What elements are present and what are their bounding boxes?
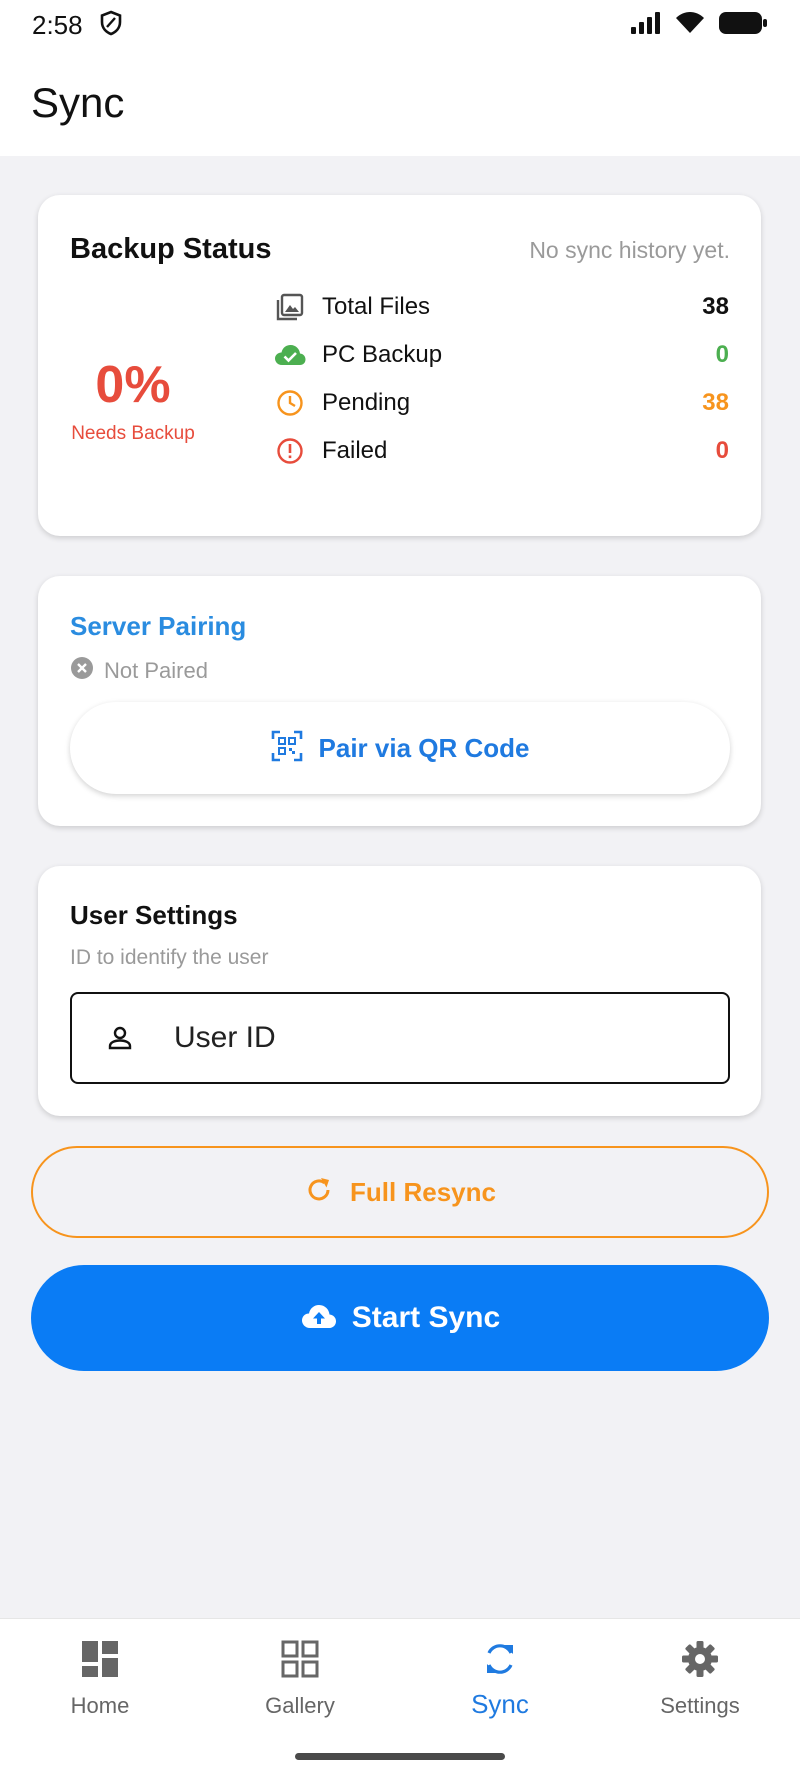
- stat-value-failed: 0: [715, 437, 729, 464]
- stat-row-pending: Pending 38: [272, 383, 729, 423]
- grid-icon: [278, 1637, 322, 1681]
- gear-icon: [678, 1637, 722, 1681]
- stat-label: Total Files: [322, 293, 431, 320]
- dashboard-icon: [78, 1637, 122, 1681]
- page-title: Sync: [31, 79, 125, 126]
- status-icons: [630, 11, 768, 40]
- clock-icon: [272, 385, 308, 421]
- server-pairing-card: Server Pairing Not Paired Pair via QR Co…: [38, 576, 761, 826]
- cancel-circle-icon: [70, 656, 94, 685]
- stat-value-pc-backup: 0: [715, 341, 729, 368]
- backup-status-title: Backup Status: [70, 233, 272, 265]
- server-pairing-title: Server Pairing: [70, 611, 247, 641]
- backup-percent-value: 0%: [95, 356, 171, 414]
- status-bar: 2:58: [0, 0, 800, 50]
- start-sync-label: Start Sync: [351, 1301, 501, 1334]
- pair-qr-button-label: Pair via QR Code: [318, 732, 530, 763]
- battery-icon: [718, 11, 768, 40]
- signal-icon: [630, 11, 662, 40]
- start-sync-button[interactable]: Start Sync: [31, 1265, 769, 1371]
- stat-label: Failed: [322, 437, 388, 464]
- user-settings-card: User Settings ID to identify the user: [38, 866, 761, 1116]
- nav-item-gallery[interactable]: Gallery: [200, 1637, 400, 1747]
- backup-status-card: Backup Status No sync history yet. 0% Ne…: [38, 195, 761, 536]
- refresh-icon: [304, 1175, 334, 1210]
- cloud-upload-icon: [300, 1302, 338, 1335]
- pairing-status: Not Paired: [70, 656, 208, 685]
- stat-row-failed: Failed 0: [272, 431, 729, 471]
- pair-qr-button[interactable]: Pair via QR Code: [70, 702, 730, 794]
- stat-value-total-files: 38: [702, 293, 729, 320]
- user-settings-title: User Settings: [70, 900, 238, 930]
- qr-code-scanner-icon: [271, 730, 303, 767]
- nav-item-settings[interactable]: Settings: [600, 1637, 800, 1747]
- wifi-icon: [674, 11, 706, 40]
- full-resync-label: Full Resync: [350, 1176, 496, 1207]
- backup-percent: 0% Needs Backup: [58, 355, 208, 445]
- status-time: 2:58: [32, 9, 83, 40]
- full-resync-button[interactable]: Full Resync: [31, 1146, 769, 1238]
- nav-label-home: Home: [70, 1693, 130, 1718]
- error-icon: [272, 433, 308, 469]
- shield-icon: [99, 10, 123, 41]
- app-bar: Sync: [0, 50, 800, 156]
- nav-label-settings: Settings: [660, 1693, 740, 1718]
- stat-row-total-files: Total Files 38: [272, 287, 729, 327]
- user-id-input[interactable]: [174, 1021, 694, 1055]
- sync-icon: [478, 1637, 522, 1681]
- stat-label: Pending: [322, 389, 411, 416]
- home-indicator[interactable]: [295, 1753, 505, 1760]
- stat-row-pc-backup: PC Backup 0: [272, 335, 729, 375]
- user-settings-subtitle: ID to identify the user: [70, 946, 269, 969]
- photo-library-icon: [272, 289, 308, 325]
- nav-item-home[interactable]: Home: [0, 1637, 200, 1747]
- cloud-done-icon: [272, 337, 308, 373]
- stat-label: PC Backup: [322, 341, 443, 368]
- backup-percent-label: Needs Backup: [71, 423, 195, 444]
- pairing-status-text: Not Paired: [104, 657, 208, 683]
- nav-item-sync[interactable]: Sync: [400, 1637, 600, 1747]
- nav-label-gallery: Gallery: [265, 1693, 335, 1718]
- nav-label-sync: Sync: [471, 1689, 529, 1719]
- sync-history-text: No sync history yet.: [529, 237, 730, 263]
- sync-screen: 2:58 Sync Backup Status No sync history …: [0, 0, 800, 1778]
- user-id-field[interactable]: [70, 992, 730, 1084]
- stat-value-pending: 38: [702, 389, 729, 416]
- person-icon: [102, 1020, 138, 1056]
